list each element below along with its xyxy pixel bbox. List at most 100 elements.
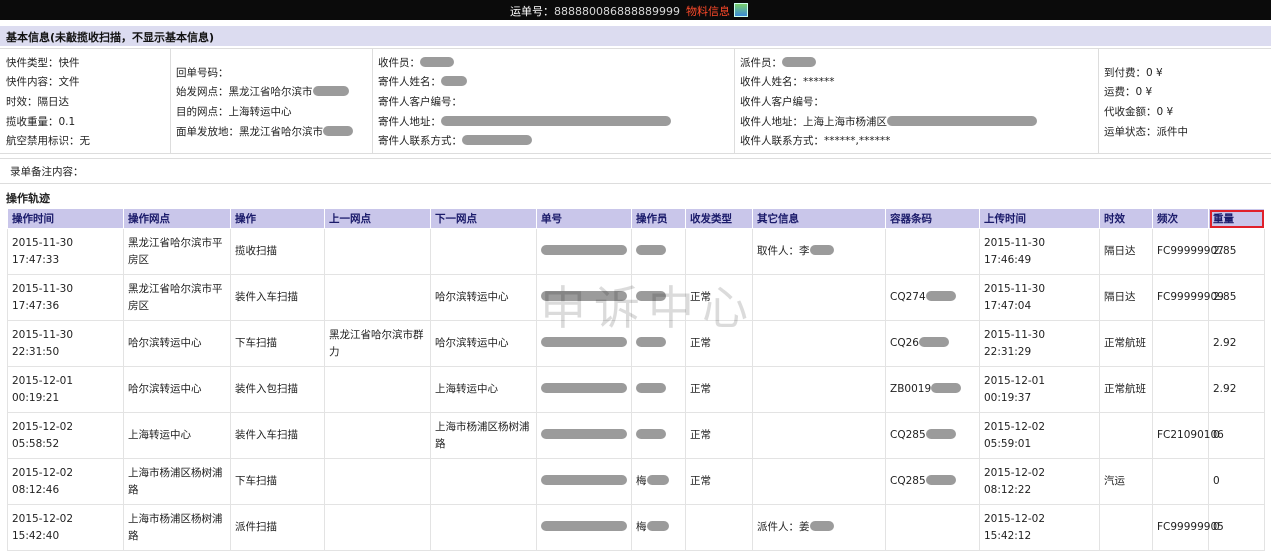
redacted-operator: [646, 475, 669, 485]
weight-col-header[interactable]: 重量: [1208, 208, 1265, 229]
track-cell: [631, 412, 686, 459]
redacted-waybill: [541, 521, 627, 531]
col-header: 下一网点: [430, 208, 537, 229]
cell-text: CQ26: [890, 337, 919, 349]
track-cell: [1099, 412, 1153, 459]
track-cell: [324, 412, 431, 459]
track-cell: [324, 458, 431, 505]
redacted-name: [809, 245, 834, 255]
track-cell: ZB0019: [885, 366, 980, 413]
cell-text: 上海市杨浦区杨树浦路: [128, 466, 223, 496]
col-header: 其它信息: [752, 208, 886, 229]
info-line: 时效：隔日达: [6, 96, 69, 108]
waybill-label: 运单号：: [510, 5, 554, 18]
track-cell: [885, 228, 980, 275]
redacted-waybill: [541, 291, 627, 301]
track-row: 2015-12-02 05:58:52 上海转运中心 装件入车扫描 上海市杨浦区杨树浦…: [7, 412, 1265, 459]
track-cell: 2015-12-02 05:58:52: [7, 412, 124, 459]
track-cell: CQ285: [885, 412, 980, 459]
track-cell: 梅: [631, 458, 686, 505]
track-cell: 0: [1208, 458, 1265, 505]
track-cell: 正常: [685, 274, 753, 321]
track-cell: 上海转运中心: [430, 366, 537, 413]
cell-text: 上海市杨浦区杨树浦路: [435, 420, 530, 450]
track-cell: [324, 504, 431, 551]
cell-text: 0: [1213, 521, 1220, 533]
redacted-waybill: [541, 245, 627, 255]
redacted-operator: [636, 383, 666, 393]
track-cell: 黑龙江省哈尔滨市平房区: [123, 274, 231, 321]
top-bar: 运单号：888880086888889999 物料信息: [0, 0, 1271, 20]
materials-link[interactable]: 物料信息: [686, 5, 730, 18]
redacted-container: [918, 337, 949, 347]
track-cell: [685, 504, 753, 551]
track-cell: 2015-12-01 00:19:37: [979, 366, 1100, 413]
cell-text: 0: [1213, 475, 1220, 487]
cell-text: 哈尔滨转运中心: [435, 337, 509, 349]
col-header: 操作网点: [123, 208, 231, 229]
track-row: 2015-11-30 17:47:33 黑龙江省哈尔滨市平房区 揽收扫描 取件人：李 2…: [7, 228, 1265, 275]
track-cell: CQ26: [885, 320, 980, 367]
spreadsheet-icon[interactable]: [733, 3, 748, 17]
track-cell: FC21090106: [1152, 412, 1224, 459]
cell-text: 黑龙江省哈尔滨市平房区: [128, 236, 223, 266]
cell-text: 装件入车扫描: [235, 291, 298, 303]
info-line: 寄件人联系方式：: [378, 133, 532, 148]
col-header: 收发类型: [685, 208, 753, 229]
cell-text: 2015-11-30 17:47:36: [12, 282, 74, 312]
track-cell: FC99999909: [1152, 274, 1224, 321]
track-cell: [1152, 458, 1209, 505]
track-cell: [430, 458, 537, 505]
cell-text: 2015-11-30 22:31:50: [12, 328, 74, 358]
track-cell: 2015-11-30 22:31:29: [979, 320, 1100, 367]
cell-text: 汽运: [1104, 475, 1125, 487]
cell-text: 上海转运中心: [435, 383, 498, 395]
track-cell: 2015-12-02 05:59:01: [979, 412, 1100, 459]
track-cell: 汽运: [1099, 458, 1153, 505]
track-table: 操作时间 操作网点 操作 上一网点 下一网点 单号 操作员 收发类型 其它信息 …: [7, 208, 1265, 551]
cell-text: 2015-12-02 08:12:46: [12, 466, 74, 496]
basic-info-title: 基本信息(未敲揽收扫描，不显示基本信息): [6, 31, 215, 44]
cell-text: 装件入车扫描: [235, 429, 298, 441]
cell-text: 2015-12-01 00:19:21: [12, 374, 74, 404]
cell-text: ZB0019: [890, 383, 932, 395]
track-cell: [752, 366, 886, 413]
track-cell: 2015-12-01 00:19:21: [7, 366, 124, 413]
track-cell: 下车扫描: [230, 458, 325, 505]
track-cell: [631, 228, 686, 275]
info-line: 收件人地址：上海上海市杨浦区: [740, 114, 1037, 129]
track-cell: [324, 366, 431, 413]
track-cell: 隔日达: [1099, 274, 1153, 321]
cell-text: 0: [1213, 429, 1220, 441]
info-line: 寄件人客户编号：: [378, 96, 462, 108]
track-cell: 哈尔滨转运中心: [123, 320, 231, 367]
redacted-container: [925, 291, 956, 301]
track-cell: 正常: [685, 458, 753, 505]
info-line: 揽收重量：0.1: [6, 116, 76, 128]
track-cell: [1099, 504, 1153, 551]
cell-text: 黑龙江省哈尔滨市群力: [329, 328, 424, 358]
cell-text: 哈尔滨转运中心: [128, 383, 202, 395]
cell-text: 2015-12-02 05:59:01: [984, 420, 1046, 450]
track-cell: 上海市杨浦区杨树浦路: [430, 412, 537, 459]
track-cell: 梅: [631, 504, 686, 551]
cell-text: CQ285: [890, 429, 926, 441]
track-cell: 2015-11-30 17:47:33: [7, 228, 124, 275]
track-cell: 揽收扫描: [230, 228, 325, 275]
info-line: 派件员：: [740, 55, 816, 70]
track-cell: 2.85: [1208, 274, 1265, 321]
cell-text: 正常航班: [1104, 337, 1146, 349]
cell-text: 哈尔滨转运中心: [435, 291, 509, 303]
track-cell: 2015-11-30 17:46:49: [979, 228, 1100, 275]
cell-text: 2.85: [1213, 291, 1237, 303]
col-header: 上传时间: [979, 208, 1100, 229]
track-title: 操作轨迹: [6, 192, 50, 205]
cell-text: 2015-11-30 17:46:49: [984, 236, 1046, 266]
track-cell: 2.92: [1208, 366, 1265, 413]
cell-text: 派件人：姜: [757, 521, 810, 533]
track-row: 2015-12-02 15:42:40 上海市杨浦区杨树浦路 派件扫描 梅 派件人：姜 2…: [7, 504, 1265, 551]
cell-text: 2015-12-02 15:42:12: [984, 512, 1046, 542]
track-cell: 派件扫描: [230, 504, 325, 551]
track-cell: 隔日达: [1099, 228, 1153, 275]
track-cell: 派件人：姜: [752, 504, 886, 551]
